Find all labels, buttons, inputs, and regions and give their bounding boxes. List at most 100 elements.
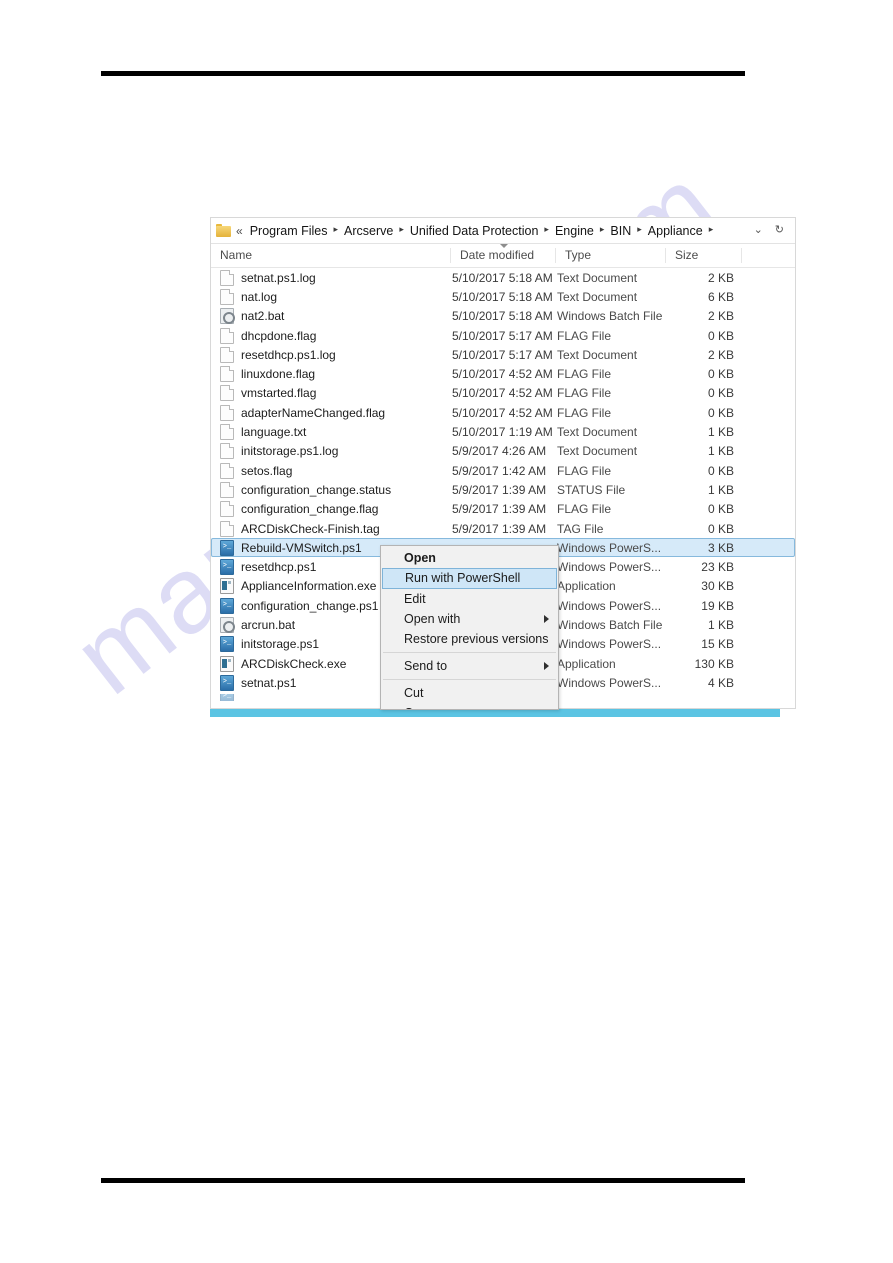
doc-file-icon bbox=[220, 481, 234, 498]
file-name-cell: configuration_change.flag bbox=[212, 501, 452, 518]
context-menu-item[interactable]: Run with PowerShell bbox=[382, 568, 557, 589]
context-menu-item-label: Open bbox=[404, 551, 436, 565]
file-name-cell: nat.log bbox=[212, 288, 452, 305]
file-size-cell: 4 KB bbox=[707, 675, 734, 690]
file-type-cell: FLAG File bbox=[557, 405, 612, 420]
breadcrumb[interactable]: « Program Files ▸ Arcserve ▸ Unified Dat… bbox=[236, 224, 754, 238]
column-header-type[interactable]: Type bbox=[556, 248, 666, 263]
submenu-arrow-icon bbox=[544, 615, 549, 623]
file-type-cell: FLAG File bbox=[557, 463, 612, 478]
file-row[interactable]: vmstarted.flag 5/10/2017 4:52 AM FLAG File… bbox=[211, 384, 795, 403]
file-name-cell: dhcpdone.flag bbox=[212, 327, 452, 344]
file-size-cell: 30 KB bbox=[701, 579, 734, 594]
file-size-cell: 19 KB bbox=[701, 598, 734, 613]
file-date-cell: 5/9/2017 1:39 AM bbox=[452, 482, 547, 497]
context-menu-item-label: Cut bbox=[404, 686, 424, 700]
column-header-size[interactable]: Size bbox=[666, 248, 742, 263]
ps-file-icon: >_ bbox=[220, 559, 234, 576]
file-type-cell: FLAG File bbox=[557, 328, 612, 343]
context-menu-item[interactable]: Open with bbox=[381, 609, 558, 629]
file-row[interactable]: initstorage.ps1.log 5/9/2017 4:26 AM Text … bbox=[211, 442, 795, 461]
file-row[interactable]: linuxdone.flag 5/10/2017 4:52 AM FLAG File… bbox=[211, 364, 795, 383]
file-name-label: ARCDiskCheck.exe bbox=[241, 656, 347, 671]
ps-file-icon: >_ bbox=[220, 636, 234, 653]
file-date-cell: 5/10/2017 4:52 AM bbox=[452, 367, 553, 382]
file-name-cell: language.txt bbox=[212, 424, 452, 441]
file-date-cell: 5/10/2017 4:52 AM bbox=[452, 386, 553, 401]
file-type-cell: Text Document bbox=[557, 425, 638, 440]
file-date-cell: 5/10/2017 5:17 AM bbox=[452, 347, 553, 362]
doc-file-icon bbox=[220, 366, 234, 383]
doc-file-icon bbox=[220, 424, 234, 441]
column-header-date-modified[interactable]: Date modified bbox=[451, 248, 556, 263]
context-menu-item[interactable]: Edit bbox=[381, 589, 558, 609]
breadcrumb-item-5[interactable]: Appliance bbox=[648, 224, 703, 238]
file-row[interactable]: configuration_change.flag 5/9/2017 1:39 A… bbox=[211, 500, 795, 519]
file-row[interactable]: language.txt 5/10/2017 1:19 AM Text Docume… bbox=[211, 422, 795, 441]
file-name-label: configuration_change.flag bbox=[241, 502, 379, 517]
address-bar-tools: ⌄ ↻ bbox=[754, 225, 793, 236]
file-name-label: dhcpdone.flag bbox=[241, 328, 317, 343]
breadcrumb-separator-icon: ▸ bbox=[637, 224, 642, 234]
exe-file-icon bbox=[220, 655, 234, 672]
file-name-label: setnat.ps1 bbox=[241, 675, 297, 690]
address-bar[interactable]: « Program Files ▸ Arcserve ▸ Unified Dat… bbox=[211, 218, 795, 244]
file-row[interactable]: nat2.bat 5/10/2017 5:18 AM Windows Batch F… bbox=[211, 307, 795, 326]
context-menu-item[interactable]: Restore previous versions bbox=[381, 629, 558, 649]
file-type-cell: Windows PowerS... bbox=[557, 598, 662, 613]
doc-file-icon bbox=[220, 462, 234, 479]
file-size-cell: 0 KB bbox=[707, 328, 734, 343]
file-date-cell: 5/10/2017 5:17 AM bbox=[452, 328, 553, 343]
ps-file-icon: >_ bbox=[220, 597, 234, 614]
file-type-cell: Application bbox=[557, 579, 616, 594]
file-type-cell: Application bbox=[557, 656, 616, 671]
file-size-cell: 1 KB bbox=[707, 425, 734, 440]
file-name-cell: resetdhcp.ps1.log bbox=[212, 346, 452, 363]
file-row[interactable]: dhcpdone.flag 5/10/2017 5:17 AM FLAG File 0… bbox=[211, 326, 795, 345]
column-header-name[interactable]: Name bbox=[211, 248, 451, 263]
breadcrumb-item-4[interactable]: BIN bbox=[610, 224, 631, 238]
file-type-cell: Windows PowerS... bbox=[557, 560, 662, 575]
breadcrumb-item-2[interactable]: Unified Data Protection bbox=[410, 224, 539, 238]
file-size-cell: 0 KB bbox=[707, 386, 734, 401]
file-row[interactable]: setnat.ps1.log 5/10/2017 5:18 AM Text Docu… bbox=[211, 268, 795, 287]
context-menu-separator bbox=[383, 652, 556, 653]
file-size-cell: 2 KB bbox=[707, 309, 734, 324]
breadcrumb-separator-icon: ▸ bbox=[399, 224, 404, 234]
refresh-icon[interactable]: ↻ bbox=[775, 225, 784, 236]
file-row[interactable]: ARCDiskCheck-Finish.tag 5/9/2017 1:39 AM T… bbox=[211, 519, 795, 538]
doc-file-icon bbox=[220, 288, 234, 305]
bat-file-icon bbox=[220, 616, 235, 633]
file-name-label: resetdhcp.ps1.log bbox=[241, 347, 336, 362]
file-date-cell: 5/10/2017 5:18 AM bbox=[452, 309, 553, 324]
breadcrumb-separator-icon: ▸ bbox=[544, 224, 549, 234]
breadcrumb-item-3[interactable]: Engine bbox=[555, 224, 594, 238]
breadcrumb-item-1[interactable]: Arcserve bbox=[344, 224, 393, 238]
context-menu-item-label: Copy bbox=[404, 706, 433, 709]
file-name-cell: linuxdone.flag bbox=[212, 366, 452, 383]
doc-file-icon bbox=[220, 404, 234, 421]
file-row[interactable]: nat.log 5/10/2017 5:18 AM Text Document 6 K… bbox=[211, 287, 795, 306]
accent-bar-right bbox=[568, 709, 780, 717]
file-row[interactable]: adapterNameChanged.flag 5/10/2017 4:52 AM… bbox=[211, 403, 795, 422]
file-row[interactable]: setos.flag 5/9/2017 1:42 AM FLAG File 0 KB bbox=[211, 461, 795, 480]
context-menu-item[interactable]: Copy bbox=[381, 703, 558, 709]
context-menu-item[interactable]: Send to bbox=[381, 656, 558, 676]
file-type-cell: Text Document bbox=[557, 347, 638, 362]
file-type-cell: TAG File bbox=[557, 521, 604, 536]
chevron-down-icon[interactable]: ⌄ bbox=[754, 225, 763, 236]
context-menu-item[interactable]: Open bbox=[381, 548, 558, 568]
context-menu-item-label: Open with bbox=[404, 612, 461, 626]
breadcrumb-item-0[interactable]: Program Files bbox=[250, 224, 328, 238]
file-size-cell: 15 KB bbox=[701, 637, 734, 652]
context-menu-item[interactable]: Cut bbox=[381, 683, 558, 703]
file-name-label: initstorage.ps1.log bbox=[241, 444, 339, 459]
file-row[interactable]: configuration_change.status 5/9/2017 1:39… bbox=[211, 480, 795, 499]
context-menu[interactable]: Open Run with PowerShell Edit Open with Rest… bbox=[380, 545, 559, 710]
breadcrumb-separator-icon: ▸ bbox=[708, 224, 714, 234]
file-type-cell: Windows Batch File bbox=[557, 617, 663, 632]
breadcrumb-overflow-icon[interactable]: « bbox=[236, 224, 243, 238]
file-size-cell: 0 KB bbox=[707, 502, 734, 517]
file-row[interactable]: resetdhcp.ps1.log 5/10/2017 5:17 AM Text D… bbox=[211, 345, 795, 364]
file-name-cell: ARCDiskCheck-Finish.tag bbox=[212, 520, 452, 537]
